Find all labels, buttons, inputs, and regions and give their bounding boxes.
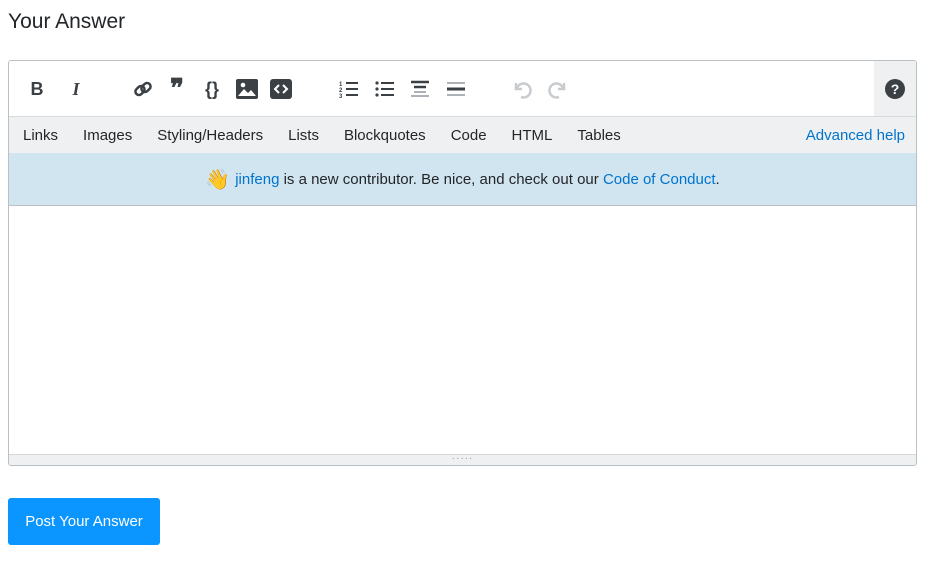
link-icon[interactable] xyxy=(131,77,155,101)
italic-button[interactable]: I xyxy=(64,77,88,101)
bulleted-list-icon[interactable] xyxy=(373,77,397,101)
notice-text: is a new contributor. Be nice, and check… xyxy=(279,171,603,188)
numbered-list-icon[interactable]: 123 xyxy=(337,77,361,101)
waving-hand-icon: 👋 xyxy=(205,169,231,191)
editor-toolbar: B I ❞ {} 123 ? xyxy=(9,61,916,117)
tab-code[interactable]: Code xyxy=(451,127,487,144)
tab-blockquotes[interactable]: Blockquotes xyxy=(344,127,426,144)
tab-html[interactable]: HTML xyxy=(512,127,553,144)
undo-icon[interactable] xyxy=(510,77,534,101)
notice-period: . xyxy=(715,171,720,188)
post-answer-button[interactable]: Post Your Answer xyxy=(8,498,160,545)
svg-text:3: 3 xyxy=(339,94,343,98)
horizontal-rule-icon[interactable] xyxy=(444,77,468,101)
new-contributor-notice: 👋 jinfeng is a new contributor. Be nice,… xyxy=(9,153,916,206)
section-title: Your Answer xyxy=(8,10,126,33)
resize-grip[interactable]: ····· xyxy=(9,454,916,465)
tab-tables[interactable]: Tables xyxy=(577,127,620,144)
answer-editor: B I ❞ {} 123 ? Links Images Styling/Head… xyxy=(8,60,917,466)
code-braces-icon[interactable]: {} xyxy=(200,77,224,101)
tab-links[interactable]: Links xyxy=(23,127,58,144)
help-icon: ? xyxy=(885,78,905,99)
help-button[interactable]: ? xyxy=(874,61,916,116)
tab-styling-headers[interactable]: Styling/Headers xyxy=(157,127,263,144)
tab-lists[interactable]: Lists xyxy=(288,127,319,144)
user-link[interactable]: jinfeng xyxy=(235,171,279,188)
help-tabs: Links Images Styling/Headers Lists Block… xyxy=(9,117,916,153)
snippet-icon[interactable] xyxy=(269,77,293,101)
tab-images[interactable]: Images xyxy=(83,127,132,144)
advanced-help-link[interactable]: Advanced help xyxy=(806,127,905,144)
heading-icon[interactable] xyxy=(408,77,432,101)
redo-icon[interactable] xyxy=(546,77,570,101)
image-icon[interactable] xyxy=(235,77,259,101)
answer-textarea[interactable] xyxy=(9,206,916,454)
blockquote-icon[interactable]: ❞ xyxy=(165,74,189,103)
bold-button[interactable]: B xyxy=(25,77,49,101)
code-of-conduct-link[interactable]: Code of Conduct xyxy=(603,171,716,188)
